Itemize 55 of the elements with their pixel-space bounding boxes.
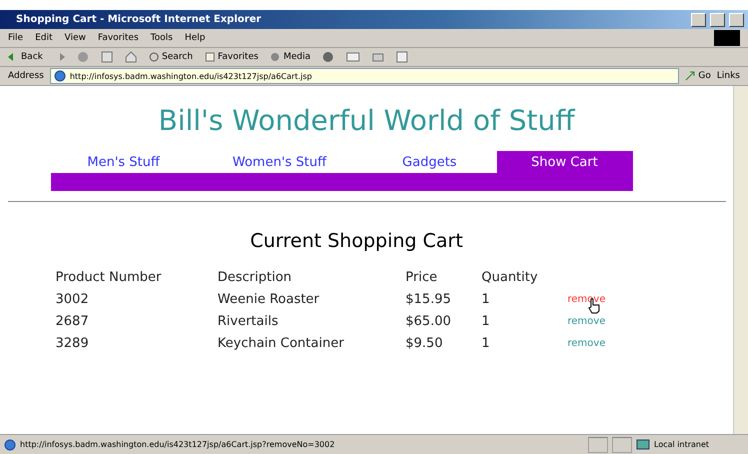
nav-tab[interactable]: Men's Stuff [50, 151, 196, 173]
table-cell-text: 3289 [56, 336, 90, 351]
table-cell-text: 1 [482, 292, 491, 307]
table-cell-text: Keychain Container [218, 336, 345, 351]
column-header: Quantity [482, 270, 539, 285]
site-heading: Bill's Wonderful World of Stuff [158, 104, 575, 137]
nav-tab[interactable]: Gadgets [362, 151, 496, 173]
table-cell-text: 2687 [56, 314, 90, 329]
menu-item[interactable]: Edit [35, 33, 52, 43]
go-button[interactable]: Go [685, 71, 711, 81]
minimize-button[interactable] [691, 12, 706, 26]
favorites-button[interactable]: Favorites [204, 52, 258, 62]
maximize-button[interactable] [710, 12, 725, 26]
nav-tab[interactable]: Women's Stuff [196, 151, 362, 173]
search-button[interactable]: Search [148, 52, 193, 62]
table-cell-text: Rivertails [218, 314, 280, 329]
zone-text: Local intranet [654, 440, 710, 449]
menu-item[interactable]: Favorites [98, 33, 139, 43]
media-button[interactable]: Media [270, 52, 310, 62]
table-cell-text: $15.95 [406, 292, 452, 307]
globe-icon [54, 70, 66, 82]
refresh-icon[interactable] [100, 51, 113, 63]
column-header: Price [406, 270, 438, 285]
search-icon [148, 52, 159, 62]
cart-title: Current Shopping Cart [250, 230, 463, 252]
menu-item[interactable]: Tools [150, 33, 173, 43]
table-cell-text: $9.50 [406, 336, 444, 351]
scrollbar[interactable] [733, 86, 748, 434]
column-header: Description [218, 270, 293, 285]
table-cell-text: Weenie Roaster [218, 292, 320, 307]
nav-tab[interactable]: Show Cart [496, 151, 632, 173]
menu-item[interactable]: Help [184, 33, 206, 43]
status-text: http://infosys.badm.washington.edu/is423t127jsp/a6Cart.jsp?removeNo=3002 [20, 440, 336, 449]
window-title: Shopping Cart - Microsoft Internet Explorer [16, 14, 262, 25]
back-button[interactable]: Back [8, 52, 43, 62]
network-icon [636, 438, 650, 450]
home-icon[interactable] [124, 51, 137, 63]
links-label[interactable]: Links [716, 71, 740, 81]
address-label: Address [8, 71, 44, 81]
print-icon[interactable] [372, 51, 384, 63]
menu-item[interactable]: View [64, 33, 86, 43]
remove-link[interactable]: remove [568, 294, 628, 305]
address-field[interactable]: http://infosys.badm.washington.edu/is423t127jsp/a6Cart.jsp [50, 68, 680, 84]
close-button[interactable] [729, 12, 744, 26]
mail-icon[interactable] [346, 51, 360, 63]
column-header: Product Number [56, 270, 162, 285]
table-cell-text: 1 [482, 336, 491, 351]
menu-item[interactable]: File [8, 33, 24, 43]
globe-icon [4, 438, 16, 450]
table-cell-text: $65.00 [406, 314, 452, 329]
go-arrow-icon [685, 71, 696, 81]
table-cell-text: 1 [482, 314, 491, 329]
status-pane [612, 436, 632, 452]
status-pane [588, 436, 608, 452]
table-cell-text: 3002 [56, 292, 90, 307]
